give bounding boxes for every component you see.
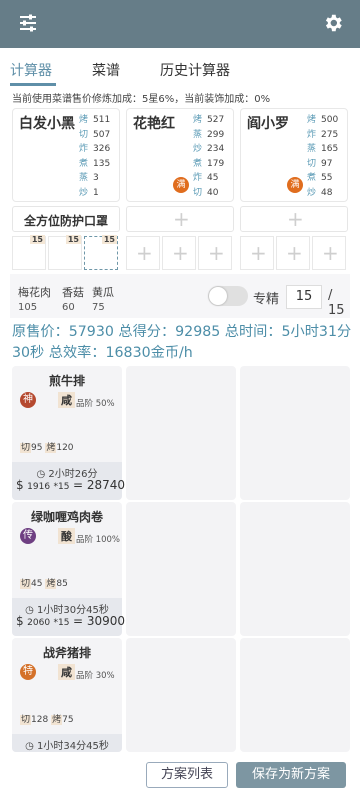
ingredient-item: 香菇 60 bbox=[62, 286, 84, 313]
recipe-slot-8[interactable]: + bbox=[276, 236, 310, 270]
chef-name: 阎小罗 bbox=[247, 116, 289, 132]
recipe-slot-4[interactable]: + bbox=[126, 236, 160, 270]
plus-icon: + bbox=[173, 207, 190, 231]
clock-icon: ◷ bbox=[25, 741, 34, 752]
tab-recipes[interactable]: 菜谱 bbox=[92, 60, 120, 80]
recipe-slot-1[interactable]: 15 bbox=[12, 235, 46, 270]
grade-text: 品阶 100% bbox=[76, 535, 121, 545]
recipe-time: ◷ 1小时34分45秒 bbox=[25, 741, 109, 752]
grade-text: 品阶 30% bbox=[76, 671, 115, 681]
ingredient-item: 黄瓜 75 bbox=[92, 286, 114, 313]
plan-list-button[interactable]: 方案列表 bbox=[146, 762, 228, 788]
recipe-slot-7[interactable]: + bbox=[240, 236, 274, 270]
tab-bar: 计算器 菜谱 历史计算器 bbox=[0, 48, 360, 88]
sliders-icon[interactable] bbox=[18, 13, 38, 33]
quantity-max: / 15 bbox=[328, 288, 345, 318]
flavor-tag: 咸 bbox=[58, 664, 75, 680]
chef-stats: 烤 500 炸 275 蒸 165 切 97 煮 55 炒 48 bbox=[307, 115, 339, 198]
bottom-action-bar: 方案列表 保存为新方案 bbox=[0, 752, 360, 800]
recipe-name: 战斧猪排 bbox=[42, 646, 91, 660]
ingredient-item: 梅花肉 105 bbox=[18, 286, 51, 313]
max-badge: 满 bbox=[173, 177, 189, 193]
toggle-knob bbox=[209, 287, 227, 305]
specialty-label: 专精 bbox=[253, 292, 280, 307]
recipe-name: 绿咖喱鸡肉卷 bbox=[30, 510, 103, 524]
recipe-card-2[interactable]: 绿咖喱鸡肉卷 传 酸 品阶 100% 切45 烤85 ◷ 1小时30分45秒 $… bbox=[12, 502, 126, 636]
tab-history-calculator[interactable]: 历史计算器 bbox=[160, 60, 230, 80]
chef-card-1[interactable]: 白发小黑 烤 511 切 507 炸 326 煮 135 蒸3 炒1 bbox=[12, 108, 120, 202]
ingredients-panel: 梅花肉 105 香菇 60 黄瓜 75 专精 15 / 15 bbox=[10, 274, 350, 318]
recipe-card-empty[interactable] bbox=[240, 638, 350, 752]
plus-icon: + bbox=[250, 241, 267, 265]
gear-icon[interactable] bbox=[322, 12, 344, 34]
plus-icon: + bbox=[287, 207, 304, 231]
bonus-notice: 当前使用菜谱售价修炼加成：5星6%，当前装饰加成：0% bbox=[12, 94, 271, 105]
recipe-skills: 切128 烤75 bbox=[20, 715, 74, 725]
grade-text: 品阶 50% bbox=[76, 399, 115, 409]
equipment-name: 全方位防护口罩 bbox=[23, 214, 108, 228]
plus-icon: + bbox=[286, 241, 303, 265]
recipe-slot-3[interactable]: 15 bbox=[84, 235, 118, 270]
recipe-card-empty[interactable] bbox=[126, 366, 236, 500]
plus-icon: + bbox=[208, 241, 225, 265]
chef-stats: 烤 511 切 507 炸 326 煮 135 蒸3 炒1 bbox=[79, 115, 111, 198]
recipe-price: $ 2060 *15 = 30900 bbox=[16, 614, 126, 628]
equipment-slot-2[interactable]: + bbox=[126, 206, 234, 232]
chef-card-2[interactable]: 花艳红 满 烤 527 蒸 299 炒 234 煮 179 炸 45 切 40 bbox=[126, 108, 234, 202]
recipe-skills: 切95 烤120 bbox=[20, 443, 74, 453]
chef-name: 花艳红 bbox=[133, 116, 175, 132]
recipe-slot-6[interactable]: + bbox=[198, 236, 232, 270]
equipment-slot-3[interactable]: + bbox=[240, 206, 348, 232]
save-new-plan-button[interactable]: 保存为新方案 bbox=[236, 762, 346, 788]
tab-indicator bbox=[10, 83, 56, 86]
recipe-name: 煎牛排 bbox=[48, 374, 85, 388]
specialty-toggle[interactable] bbox=[208, 286, 248, 306]
recipe-card-empty[interactable] bbox=[240, 502, 350, 636]
tab-calculator[interactable]: 计算器 bbox=[10, 60, 52, 80]
summary-text: 原售价：57930 总得分：92985 总时间：5小时31分30秒 总效率：16… bbox=[12, 324, 352, 361]
recipe-card-empty[interactable] bbox=[126, 638, 236, 752]
recipe-slot-9[interactable]: + bbox=[312, 236, 346, 270]
plus-icon: + bbox=[322, 241, 339, 265]
flavor-tag: 咸 bbox=[58, 392, 75, 408]
recipe-price: $ 1916 *15 = 28740 bbox=[16, 478, 126, 492]
max-badge: 满 bbox=[287, 177, 303, 193]
quantity-input[interactable]: 15 bbox=[286, 285, 322, 309]
rarity-badge: 特 bbox=[20, 664, 36, 680]
recipe-card-3[interactable]: 战斧猪排 特 咸 品阶 30% 切128 烤75 ◷ 1小时34分45秒 bbox=[12, 638, 122, 752]
recipe-time-box: ◷ 1小时30分45秒 $ 2060 *15 = 30900 bbox=[12, 598, 126, 636]
chef-name: 白发小黑 bbox=[19, 116, 75, 132]
equipment-slot-1[interactable]: 全方位防护口罩 bbox=[12, 206, 120, 232]
recipe-card-empty[interactable] bbox=[126, 502, 236, 636]
chef-stats: 烤 527 蒸 299 炒 234 煮 179 炸 45 切 40 bbox=[193, 115, 225, 198]
flavor-tag: 酸 bbox=[58, 528, 75, 544]
rarity-badge: 传 bbox=[20, 528, 36, 544]
recipe-time-box: ◷ 1小时34分45秒 bbox=[12, 734, 122, 752]
recipe-skills: 切45 烤85 bbox=[20, 579, 68, 589]
recipe-slot-5[interactable]: + bbox=[162, 236, 196, 270]
recipe-slot-2[interactable]: 15 bbox=[48, 235, 82, 270]
chef-card-3[interactable]: 阎小罗 满 烤 500 炸 275 蒸 165 切 97 煮 55 炒 48 bbox=[240, 108, 348, 202]
plus-icon: + bbox=[172, 241, 189, 265]
recipe-card-1[interactable]: 煎牛排 神 咸 品阶 50% 切95 烤120 ◷ 2小时26分 $ 1916 … bbox=[12, 366, 126, 500]
recipe-card-empty[interactable] bbox=[240, 366, 350, 500]
top-app-bar bbox=[0, 0, 360, 48]
recipe-time-box: ◷ 2小时26分 $ 1916 *15 = 28740 bbox=[12, 462, 126, 500]
plus-icon: + bbox=[136, 241, 153, 265]
rarity-badge: 神 bbox=[20, 392, 36, 408]
